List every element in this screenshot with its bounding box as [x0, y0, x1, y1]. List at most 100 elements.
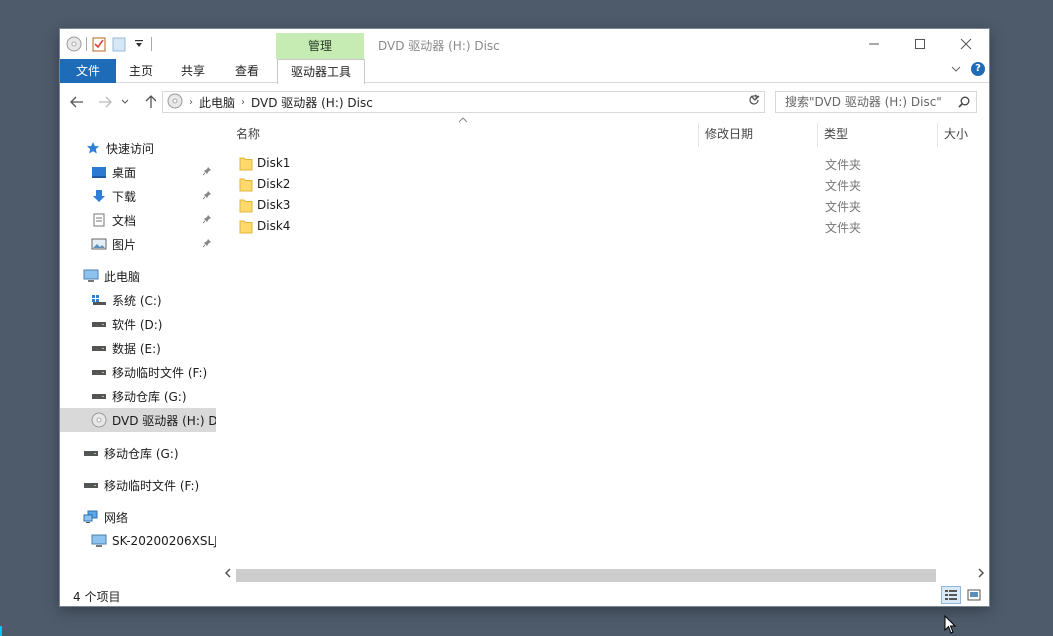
download-icon: [91, 189, 107, 203]
horizontal-scrollbar[interactable]: [220, 567, 989, 584]
expand-ribbon-icon[interactable]: [951, 62, 961, 76]
sidebar-item-label: 移动临时文件 (F:): [112, 365, 208, 380]
search-placeholder: 搜索"DVD 驱动器 (H:) Disc": [785, 95, 942, 109]
column-header-size[interactable]: 大小: [944, 119, 968, 149]
chevron-right-icon[interactable]: ›: [241, 97, 245, 108]
scroll-right-icon[interactable]: [977, 567, 985, 584]
recent-locations-button[interactable]: [120, 93, 130, 111]
forward-button[interactable]: [96, 93, 114, 111]
file-row[interactable]: Disk2 文件夹: [228, 174, 989, 195]
sidebar-item-drive-e[interactable]: 数据 (E:): [60, 336, 216, 360]
scroll-left-icon[interactable]: [224, 567, 232, 584]
ribbon-right-controls: ?: [951, 62, 985, 76]
up-arrow-icon: [145, 95, 157, 108]
breadcrumb-this-pc[interactable]: 此电脑: [199, 94, 235, 111]
file-type: 文件夹: [825, 221, 862, 235]
column-header-name[interactable]: 名称: [236, 119, 260, 149]
sort-ascending-icon: [458, 115, 468, 126]
properties-icon[interactable]: [91, 36, 107, 52]
sidebar-item-drive-f[interactable]: 移动临时文件 (F:): [60, 360, 216, 384]
column-header-type[interactable]: 类型: [824, 119, 848, 149]
computer-icon: [91, 534, 107, 548]
file-row[interactable]: Disk4 文件夹: [228, 216, 989, 237]
large-icons-view-button[interactable]: [964, 586, 984, 604]
navigation-pane: 快速访问 桌面 下载 文档 图片 此电脑 系统 (C:) 软件 (D:) 数据 …: [60, 134, 216, 564]
sidebar-item-drive-d[interactable]: 软件 (D:): [60, 312, 216, 336]
address-row: › 此电脑 › DVD 驱动器 (H:) Disc 搜索"DVD 驱动器 (H:…: [60, 89, 989, 115]
sidebar-item-documents[interactable]: 文档: [60, 208, 216, 232]
sidebar-item-removable-g[interactable]: 移动仓库 (G:): [60, 441, 216, 465]
sidebar-item-pictures[interactable]: 图片: [60, 232, 216, 256]
search-icon: [958, 92, 970, 114]
forward-arrow-icon: [99, 96, 112, 108]
sidebar-item-desktop[interactable]: 桌面: [60, 160, 216, 184]
scrollbar-thumb[interactable]: [236, 569, 936, 582]
breadcrumb-dvd-drive[interactable]: DVD 驱动器 (H:) Disc: [251, 94, 373, 111]
help-icon[interactable]: ?: [971, 62, 985, 76]
tool-tab-group-label: 管理: [276, 33, 364, 59]
address-bar[interactable]: › 此电脑 › DVD 驱动器 (H:) Disc: [162, 91, 765, 113]
back-arrow-icon: [70, 96, 83, 108]
pin-icon[interactable]: [202, 214, 212, 227]
sidebar-item-drive-g[interactable]: 移动仓库 (G:): [60, 384, 216, 408]
back-button[interactable]: [68, 93, 86, 111]
column-divider[interactable]: [817, 123, 818, 147]
refresh-button[interactable]: [748, 94, 760, 110]
maximize-icon: [915, 38, 925, 49]
column-divider[interactable]: [937, 123, 938, 147]
pin-icon[interactable]: [202, 190, 212, 203]
sidebar-item-quick-access[interactable]: 快速访问: [60, 136, 216, 160]
sidebar-item-label: 文档: [112, 213, 137, 228]
tab-home[interactable]: 主页: [116, 59, 166, 83]
pictures-icon: [91, 237, 107, 251]
sidebar-item-drive-c[interactable]: 系统 (C:): [60, 288, 216, 312]
new-folder-icon[interactable]: [111, 36, 127, 52]
sidebar-item-drive-h[interactable]: DVD 驱动器 (H:) D: [60, 408, 216, 432]
document-icon: [91, 213, 107, 227]
up-button[interactable]: [142, 93, 160, 111]
column-divider[interactable]: [698, 123, 699, 147]
column-header-date[interactable]: 修改日期: [705, 119, 753, 149]
sidebar-item-label: 桌面: [112, 165, 137, 180]
folder-icon: [239, 199, 253, 213]
pin-icon[interactable]: [202, 166, 212, 179]
folder-icon: [239, 220, 253, 234]
details-view-icon: [945, 590, 957, 600]
file-row[interactable]: Disk3 文件夹: [228, 195, 989, 216]
folder-icon: [239, 157, 253, 171]
sidebar-item-label: 移动仓库 (G:): [104, 446, 179, 461]
file-name: Disk1: [257, 156, 291, 170]
drive-icon: [83, 478, 99, 492]
ribbon-tab-bar: 文件 主页 共享 查看 驱动器工具 ?: [60, 59, 989, 84]
tab-drive-tools[interactable]: 驱动器工具: [277, 59, 365, 84]
system-drive-icon: [91, 293, 107, 307]
sidebar-item-network[interactable]: 网络: [60, 505, 216, 529]
pin-icon[interactable]: [202, 238, 212, 251]
sidebar-item-this-pc[interactable]: 此电脑: [60, 264, 216, 288]
close-button[interactable]: [943, 29, 989, 58]
chevron-right-icon[interactable]: ›: [189, 97, 193, 108]
computer-icon: [83, 269, 99, 283]
sidebar-item-network-pc[interactable]: SK-20200206XSLJ: [60, 529, 216, 553]
details-view-button[interactable]: [941, 586, 961, 604]
close-icon: [960, 38, 972, 49]
minimize-button[interactable]: [851, 29, 897, 58]
sidebar-item-label: 数据 (E:): [112, 341, 161, 356]
toolbar-separator: [151, 37, 152, 51]
tab-file[interactable]: 文件: [60, 59, 116, 83]
star-icon: [85, 141, 101, 155]
maximize-button[interactable]: [897, 29, 943, 58]
tab-view[interactable]: 查看: [222, 59, 272, 83]
customize-toolbar-icon[interactable]: [131, 36, 147, 52]
title-bar: 管理 DVD 驱动器 (H:) Disc: [60, 29, 989, 59]
sidebar-item-removable-f[interactable]: 移动临时文件 (F:): [60, 473, 216, 497]
sidebar-item-downloads[interactable]: 下载: [60, 184, 216, 208]
sidebar-item-label: 此电脑: [104, 269, 141, 284]
large-icons-view-icon: [967, 589, 981, 601]
tab-share[interactable]: 共享: [168, 59, 218, 83]
dvd-icon[interactable]: [66, 36, 82, 52]
search-input[interactable]: 搜索"DVD 驱动器 (H:) Disc": [775, 91, 977, 113]
file-row[interactable]: Disk1 文件夹: [228, 153, 989, 174]
taskbar-indicator: [0, 626, 2, 636]
refresh-icon: [749, 94, 759, 105]
